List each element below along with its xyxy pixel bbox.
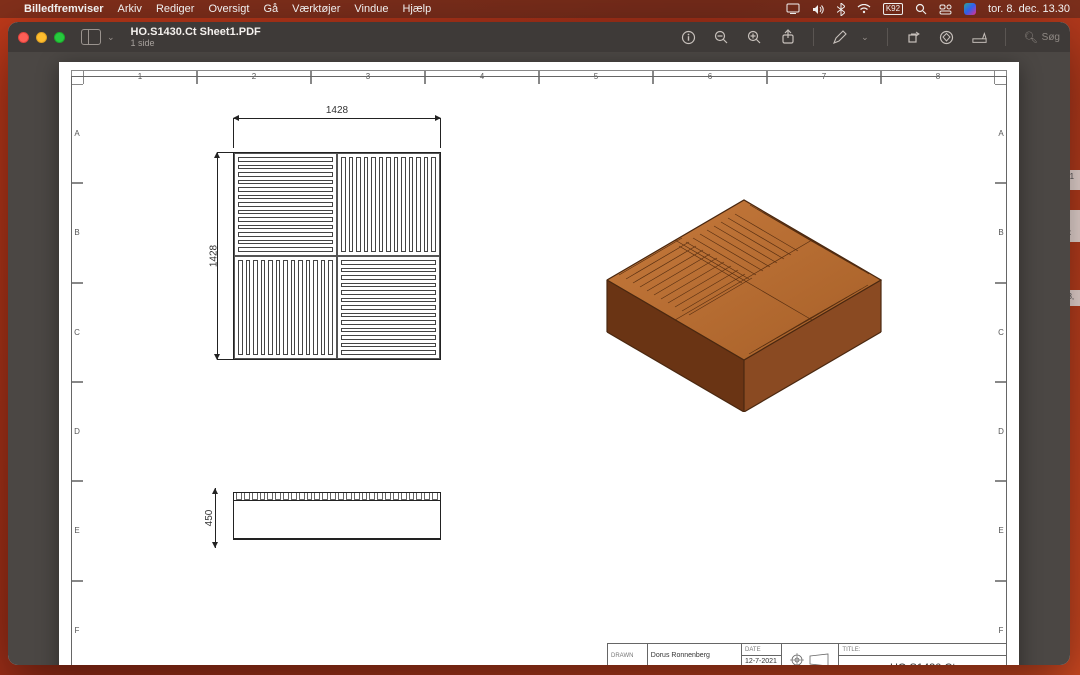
- document-filename: HO.S1430.Ct Sheet1.PDF: [131, 26, 261, 39]
- zoom-in-icon[interactable]: [747, 30, 762, 45]
- search-field[interactable]: 🔍︎ Søg: [1024, 31, 1060, 44]
- menu-vaerktojer[interactable]: Værktøjer: [292, 3, 340, 15]
- fullscreen-button[interactable]: [54, 32, 65, 43]
- menu-rediger[interactable]: Rediger: [156, 3, 195, 15]
- markup-pen-icon[interactable]: [832, 30, 847, 45]
- preview-window: ⌄ HO.S1430.Ct Sheet1.PDF 1 side ⌄ 🔍︎ Søg: [8, 22, 1070, 665]
- chevron-down-icon[interactable]: ⌄: [861, 32, 869, 43]
- share-icon[interactable]: [780, 30, 795, 45]
- info-icon[interactable]: [681, 30, 696, 45]
- menu-arkiv[interactable]: Arkiv: [117, 3, 141, 15]
- projection-symbol-icon: [781, 644, 839, 666]
- dimension-value: 1428: [233, 105, 441, 116]
- zoom-out-icon[interactable]: [714, 30, 729, 45]
- search-placeholder: Søg: [1042, 32, 1060, 43]
- bluetooth-icon[interactable]: [837, 3, 845, 16]
- window-title: HO.S1430.Ct Sheet1.PDF 1 side: [131, 26, 261, 49]
- volume-icon[interactable]: [812, 4, 825, 15]
- tb-title: HO.S1430.Ct: [839, 656, 1007, 666]
- search-icon: 🔍︎: [1024, 31, 1038, 44]
- screen-mirror-icon[interactable]: [786, 3, 800, 15]
- document-viewport[interactable]: 1 2 3 4 5 6 7 8 1 2 3 4 5 6 7 8 A B: [8, 52, 1070, 665]
- battery-icon[interactable]: K92: [883, 3, 903, 15]
- elevation-view: 450: [233, 492, 441, 540]
- tb-drawn-by: Dorus Ronnenberg: [647, 644, 741, 666]
- close-button[interactable]: [18, 32, 29, 43]
- isometric-view: [579, 132, 909, 412]
- sidebar-toggle-button[interactable]: [81, 29, 101, 45]
- spotlight-icon[interactable]: [915, 3, 927, 15]
- minimize-button[interactable]: [36, 32, 47, 43]
- menu-oversigt[interactable]: Oversigt: [208, 3, 249, 15]
- menubar-clock[interactable]: tor. 8. dec. 13.30: [988, 3, 1070, 15]
- highlight-icon[interactable]: [939, 30, 954, 45]
- window-titlebar: ⌄ HO.S1430.Ct Sheet1.PDF 1 side ⌄ 🔍︎ Søg: [8, 22, 1070, 52]
- menu-vindue[interactable]: Vindue: [354, 3, 388, 15]
- drawing-title-block: DRAWN Dorus Ronnenberg DATE TITLE: 12-7-…: [607, 643, 1007, 665]
- dimension-height: 450: [205, 488, 216, 548]
- tb-drawn-label: DRAWN: [608, 644, 648, 666]
- pdf-page: 1 2 3 4 5 6 7 8 1 2 3 4 5 6 7 8 A B: [59, 62, 1019, 665]
- plan-view: [233, 152, 441, 360]
- document-page-count: 1 side: [131, 38, 261, 48]
- dimension-depth: 1428: [207, 152, 218, 360]
- macos-menubar: Billedfremviser Arkiv Rediger Oversigt G…: [0, 0, 1080, 18]
- tb-date: 12-7-2021: [742, 656, 782, 666]
- rotate-icon[interactable]: [906, 30, 921, 45]
- siri-icon[interactable]: [964, 3, 976, 15]
- tb-title-label: TITLE:: [839, 644, 1007, 656]
- app-name[interactable]: Billedfremviser: [24, 3, 103, 15]
- dimension-width: 1428: [233, 118, 441, 119]
- dimension-value: 450: [204, 510, 215, 527]
- edit-icon[interactable]: [972, 30, 987, 45]
- control-center-icon[interactable]: [939, 4, 952, 15]
- tb-date-label: DATE: [742, 644, 782, 656]
- menu-hjaelp[interactable]: Hjælp: [402, 3, 431, 15]
- menu-ga[interactable]: Gå: [263, 3, 278, 15]
- window-traffic-lights: [18, 32, 65, 43]
- chevron-down-icon[interactable]: ⌄: [107, 32, 115, 43]
- wifi-icon[interactable]: [857, 4, 871, 14]
